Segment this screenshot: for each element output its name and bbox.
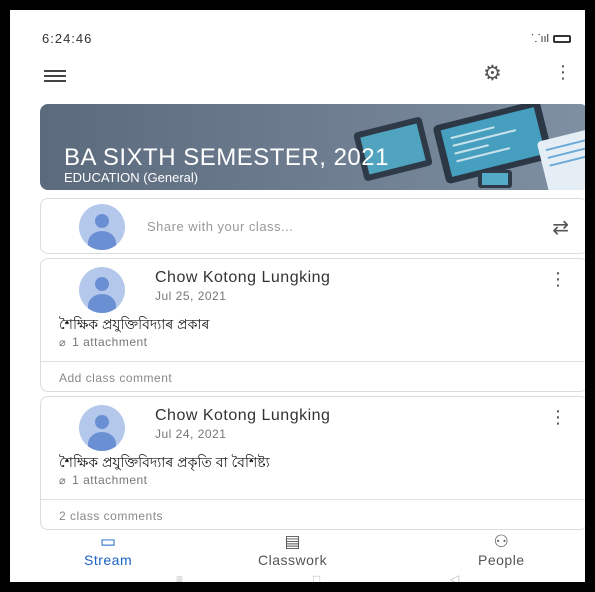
class-subtitle: EDUCATION (General) [64,170,199,185]
home-button[interactable]: □ [313,572,320,582]
tab-label: Stream [84,552,133,568]
tab-stream[interactable]: ▭ Stream [84,532,132,570]
stream-icon: ▭ [100,532,117,551]
screenshot-frame: 6:24:46 ⸪ııl ⚙ ⋮ BA SIXTH SEMESTER, 2021… [0,0,595,592]
avatar [79,267,125,313]
post-kebab-icon[interactable]: ⋮ [549,269,567,290]
paperclip-icon: ⌀ [59,337,67,349]
attachment-count[interactable]: ⌀ 1 attachment [59,335,148,349]
app-bar: ⚙ ⋮ [26,56,585,100]
avatar [79,204,125,250]
class-comments-link[interactable]: 2 class comments [59,509,163,523]
status-icons: ⸪ııl [531,31,571,46]
post-title[interactable]: শৈক্ষিক প্ৰযুক্তিবিদ্যাৰ প্ৰকৃতি বা বৈশি… [59,451,270,475]
post-kebab-icon[interactable]: ⋮ [549,407,567,428]
post-date: Jul 24, 2021 [155,427,227,441]
post-card[interactable]: Chow Kotong Lungking Jul 24, 2021 ⋮ শৈক্… [40,396,585,530]
recents-button[interactable]: ≡ [176,572,183,582]
phone-screen: 6:24:46 ⸪ııl ⚙ ⋮ BA SIXTH SEMESTER, 2021… [26,20,585,582]
post-title[interactable]: শৈক্ষিক প্ৰযুক্তিবিদ্যাৰ প্ৰকাৰ [59,313,209,337]
paperclip-icon: ⌀ [59,475,67,487]
post-author: Chow Kotong Lungking [155,269,331,286]
divider [41,499,585,500]
system-nav-bar: ≡ □ ◁ [26,572,585,582]
add-comment-link[interactable]: Add class comment [59,371,172,385]
post-date: Jul 25, 2021 [155,289,227,303]
tab-label: People [478,552,525,568]
share-card[interactable]: Share with your class... ⇄ [40,198,585,254]
status-bar: 6:24:46 ⸪ııl [26,20,585,56]
kebab-icon[interactable]: ⋮ [554,62,572,83]
attachment-label: 1 attachment [72,473,148,487]
repost-icon[interactable]: ⇄ [552,215,569,240]
battery-icon [553,34,571,43]
tab-classwork[interactable]: ▤ Classwork [258,532,327,570]
post-card[interactable]: Chow Kotong Lungking Jul 25, 2021 ⋮ শৈক্… [40,258,585,392]
attachment-label: 1 attachment [72,335,148,349]
share-input-placeholder[interactable]: Share with your class... [147,219,293,234]
signal-icon: ⸪ııl [531,33,549,45]
attachment-count[interactable]: ⌀ 1 attachment [59,473,148,487]
divider [41,361,585,362]
gear-icon[interactable]: ⚙ [483,61,502,86]
post-author: Chow Kotong Lungking [155,407,331,424]
hamburger-icon[interactable] [44,70,66,82]
tab-label: Classwork [258,552,328,568]
back-button[interactable]: ◁ [450,572,459,582]
tab-people[interactable]: ⚇ People [478,532,525,570]
status-time: 6:24:46 [42,31,93,46]
bottom-nav: ▭ Stream ▤ Classwork ⚇ People [26,532,585,574]
people-icon: ⚇ [493,532,509,551]
classwork-icon: ▤ [284,532,301,551]
class-banner[interactable]: BA SIXTH SEMESTER, 2021 EDUCATION (Gener… [40,104,585,190]
class-title: BA SIXTH SEMESTER, 2021 [64,144,389,171]
avatar [79,405,125,451]
